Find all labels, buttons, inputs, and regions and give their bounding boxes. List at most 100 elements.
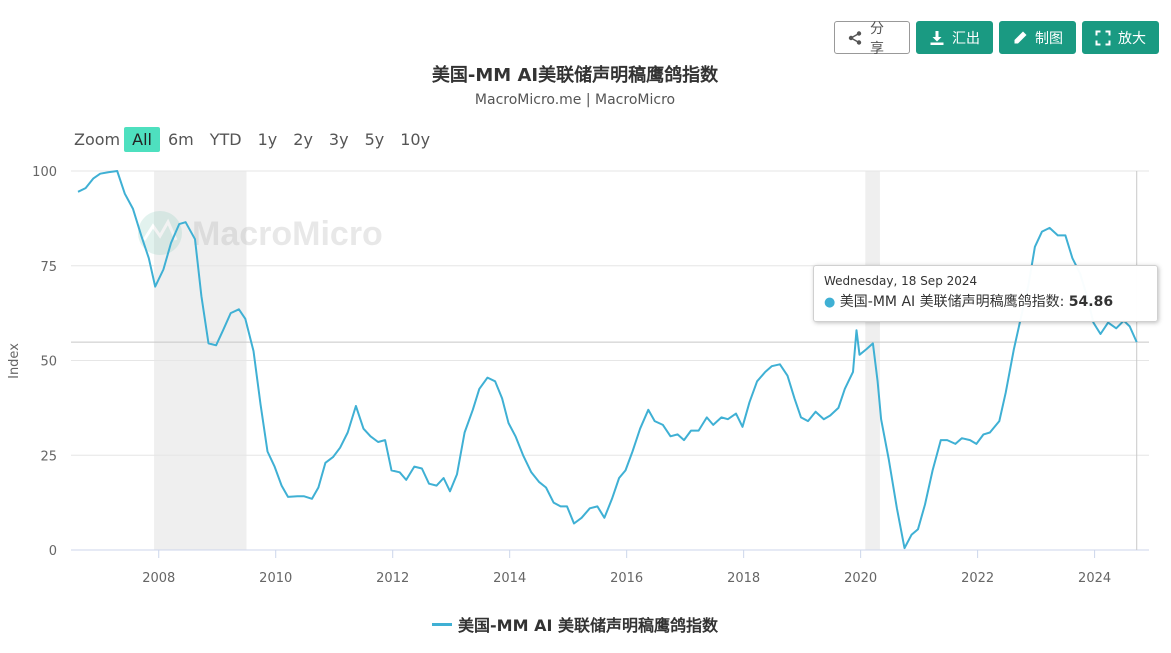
data-point[interactable]	[997, 419, 1001, 423]
data-point[interactable]	[572, 521, 576, 525]
data-point[interactable]	[98, 172, 102, 176]
data-point[interactable]	[139, 233, 143, 237]
data-point[interactable]	[939, 438, 943, 442]
data-point[interactable]	[463, 431, 467, 435]
data-point[interactable]	[923, 503, 927, 507]
data-point[interactable]	[206, 341, 210, 345]
data-point[interactable]	[471, 408, 475, 412]
data-point[interactable]	[763, 370, 767, 374]
data-point[interactable]	[161, 268, 165, 272]
data-point[interactable]	[610, 497, 614, 501]
data-point[interactable]	[653, 419, 657, 423]
data-point[interactable]	[338, 446, 342, 450]
data-point[interactable]	[221, 328, 225, 332]
data-point[interactable]	[485, 376, 489, 380]
data-point[interactable]	[1004, 391, 1008, 395]
data-point[interactable]	[748, 400, 752, 404]
data-point[interactable]	[864, 347, 868, 351]
data-point[interactable]	[544, 485, 548, 489]
data-point[interactable]	[588, 506, 592, 510]
data-point[interactable]	[273, 465, 277, 469]
data-point[interactable]	[786, 374, 790, 378]
data-point[interactable]	[435, 484, 439, 488]
data-point[interactable]	[398, 470, 402, 474]
data-point[interactable]	[123, 192, 127, 196]
data-point[interactable]	[726, 417, 730, 421]
data-point[interactable]	[740, 425, 744, 429]
data-point[interactable]	[376, 440, 380, 444]
data-point[interactable]	[131, 207, 135, 211]
data-point[interactable]	[755, 379, 759, 383]
data-point[interactable]	[295, 494, 299, 498]
data-point[interactable]	[697, 429, 701, 433]
data-point[interactable]	[595, 504, 599, 508]
data-point[interactable]	[822, 417, 826, 421]
data-point[interactable]	[617, 476, 621, 480]
data-point[interactable]	[661, 423, 665, 427]
data-point[interactable]	[1098, 332, 1102, 336]
data-point[interactable]	[843, 387, 847, 391]
data-point[interactable]	[1114, 326, 1118, 330]
data-point[interactable]	[243, 317, 247, 321]
data-point[interactable]	[251, 349, 255, 353]
data-point[interactable]	[493, 379, 497, 383]
data-point[interactable]	[910, 533, 914, 537]
data-point[interactable]	[368, 434, 372, 438]
data-point[interactable]	[107, 170, 111, 174]
data-point[interactable]	[814, 410, 818, 414]
data-point[interactable]	[383, 438, 387, 442]
data-point[interactable]	[552, 501, 556, 505]
data-point[interactable]	[1063, 233, 1067, 237]
data-point[interactable]	[477, 387, 481, 391]
data-point[interactable]	[442, 476, 446, 480]
data-point[interactable]	[91, 177, 95, 181]
data-point[interactable]	[799, 415, 803, 419]
data-point[interactable]	[1070, 256, 1074, 260]
data-point[interactable]	[981, 432, 985, 436]
data-point[interactable]	[1033, 245, 1037, 249]
data-point[interactable]	[711, 423, 715, 427]
data-point[interactable]	[580, 516, 584, 520]
data-point[interactable]	[316, 485, 320, 489]
data-point[interactable]	[199, 294, 203, 298]
data-point[interactable]	[646, 408, 650, 412]
data-point[interactable]	[361, 427, 365, 431]
data-point[interactable]	[427, 482, 431, 486]
data-point[interactable]	[851, 370, 855, 374]
data-point[interactable]	[631, 449, 635, 453]
data-point[interactable]	[354, 404, 358, 408]
data-point[interactable]	[500, 396, 504, 400]
data-point[interactable]	[669, 434, 673, 438]
data-point[interactable]	[280, 484, 284, 488]
data-point[interactable]	[1135, 340, 1139, 344]
data-point[interactable]	[638, 427, 642, 431]
data-point[interactable]	[945, 438, 949, 442]
data-point[interactable]	[193, 237, 197, 241]
data-point[interactable]	[793, 396, 797, 400]
data-point[interactable]	[147, 256, 151, 260]
data-point[interactable]	[84, 186, 88, 190]
data-point[interactable]	[266, 449, 270, 453]
data-point[interactable]	[537, 480, 541, 484]
data-point[interactable]	[931, 468, 935, 472]
data-point[interactable]	[988, 431, 992, 435]
data-point[interactable]	[286, 495, 290, 499]
legend[interactable]: 美国-MM AI 美联储声明稿鹰鸽指数	[0, 612, 1150, 636]
data-point[interactable]	[115, 169, 119, 173]
data-point[interactable]	[390, 468, 394, 472]
data-point[interactable]	[420, 467, 424, 471]
data-point[interactable]	[887, 457, 891, 461]
data-point[interactable]	[960, 436, 964, 440]
data-point[interactable]	[828, 413, 832, 417]
data-point[interactable]	[770, 364, 774, 368]
data-point[interactable]	[529, 470, 533, 474]
data-point[interactable]	[719, 415, 723, 419]
data-point[interactable]	[778, 362, 782, 366]
data-point[interactable]	[836, 406, 840, 410]
data-point[interactable]	[676, 432, 680, 436]
data-point[interactable]	[953, 442, 957, 446]
data-point[interactable]	[855, 328, 859, 332]
data-point[interactable]	[916, 527, 920, 531]
data-point[interactable]	[968, 438, 972, 442]
data-point[interactable]	[1012, 347, 1016, 351]
